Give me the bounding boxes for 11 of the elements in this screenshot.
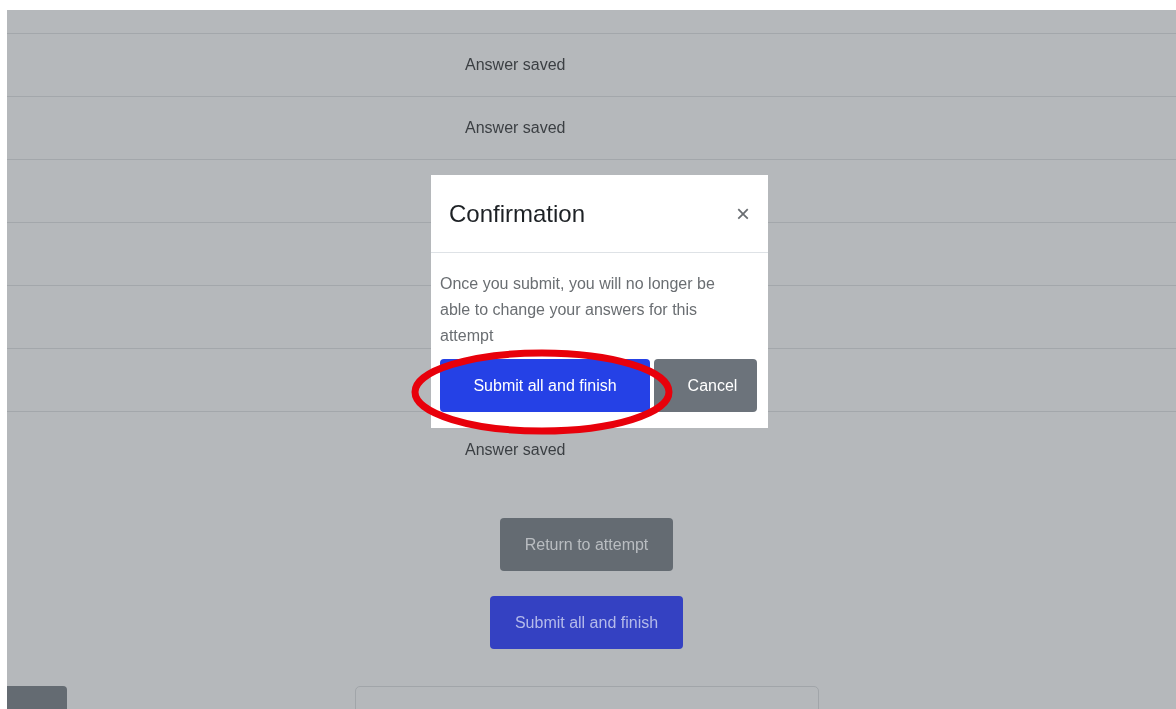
dialog-message: Once you submit, you will no longer be able to change your answers for this attempt <box>440 274 716 346</box>
side-button[interactable] <box>7 686 67 709</box>
submit-button[interactable]: Submit all and finish <box>489 596 684 649</box>
submit-button[interactable]: Submit all and finish <box>440 359 650 412</box>
dialog-title: Confirmation <box>449 198 586 229</box>
answer-status: Answer saved <box>465 118 566 138</box>
answer-status: Answer saved <box>465 55 566 75</box>
cancel-button[interactable]: Cancel <box>654 359 757 412</box>
return-button[interactable]: Return to attempt <box>499 518 674 571</box>
close-button[interactable]: × <box>736 201 750 226</box>
answer-status: Answer saved <box>465 440 566 460</box>
